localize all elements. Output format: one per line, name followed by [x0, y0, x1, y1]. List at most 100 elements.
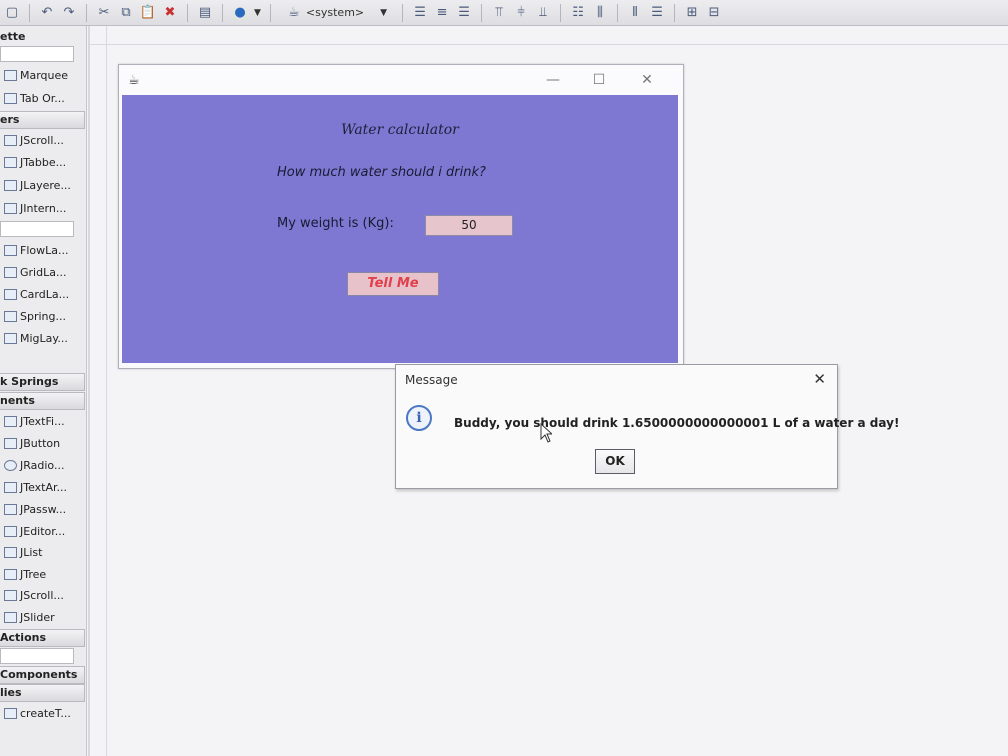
paste-icon[interactable]: 📋: [140, 5, 156, 21]
palette-item[interactable]: Tab Or...: [4, 89, 65, 107]
palette-item-label: JTree: [20, 567, 47, 581]
palette-item[interactable]: JTextFi...: [4, 412, 65, 430]
palette-item[interactable]: JSlider: [4, 608, 55, 626]
palette-item[interactable]: JScroll...: [4, 586, 64, 604]
question-label: How much water should i drink?: [277, 165, 486, 180]
tree-icon: [4, 568, 17, 580]
palette-item[interactable]: JScroll...: [4, 131, 64, 149]
align-center-icon[interactable]: ≡: [434, 5, 450, 21]
internalframe-icon: [4, 202, 17, 214]
palette-section-header[interactable]: ers: [0, 111, 85, 129]
maximize-icon[interactable]: ☐: [589, 70, 609, 90]
tabbedpane-icon: [4, 156, 17, 168]
palette-filter-field[interactable]: [0, 46, 74, 62]
palette-item[interactable]: JIntern...: [4, 199, 66, 217]
palette-item-label: JEditor...: [20, 524, 66, 538]
palette-item[interactable]: JTextAr...: [4, 478, 67, 496]
close-icon[interactable]: ✕: [813, 370, 826, 388]
palette-item[interactable]: Spring...: [4, 307, 66, 325]
toolbar-divider: [481, 3, 483, 22]
toolbar-divider: [86, 3, 87, 22]
weight-label: My weight is (Kg):: [277, 216, 394, 231]
textfield-icon: [4, 415, 17, 427]
palette-item-label: JScroll...: [20, 133, 64, 147]
chevron-down-icon[interactable]: ▼: [254, 8, 261, 18]
look-and-feel-icon: ☕: [288, 5, 300, 20]
textarea-icon: [4, 481, 17, 493]
palette-item[interactable]: JTree: [4, 565, 46, 583]
weight-field[interactable]: 50: [425, 215, 513, 236]
palette-section-header[interactable]: Actions: [0, 629, 85, 647]
palette-item[interactable]: JEditor...: [4, 522, 65, 540]
copy-icon[interactable]: ⧉: [118, 5, 134, 21]
toolbar-divider: [187, 3, 188, 22]
delete-icon[interactable]: ✖: [162, 5, 178, 21]
cut-icon[interactable]: ✂: [96, 5, 112, 21]
message-dialog[interactable]: Message ✕ i Buddy, you should drink 1.65…: [395, 364, 899, 489]
tell-me-button[interactable]: Tell Me: [347, 272, 439, 296]
palette-item[interactable]: MigLay...: [4, 329, 68, 347]
ok-button[interactable]: OK: [595, 449, 635, 474]
palette-item-label: Marquee: [20, 68, 69, 82]
palette-section-header[interactable]: k Springs: [0, 373, 85, 391]
frame-icon[interactable]: ▢: [4, 5, 20, 21]
button-icon: [4, 437, 17, 449]
palette-item[interactable]: FlowLa...: [4, 241, 68, 259]
globe-icon[interactable]: ●: [232, 5, 248, 21]
water-calculator-window[interactable]: ☕ — ☐ ✕ Water calculator How much water …: [118, 64, 684, 369]
align-bottom-icon[interactable]: ⫫: [535, 5, 551, 21]
palette-item-label: CardLa...: [20, 287, 70, 301]
palette-section-header[interactable]: nents: [0, 392, 85, 410]
window-title-bar[interactable]: ☕ — ☐ ✕: [119, 65, 683, 95]
align-right-icon[interactable]: ☰: [456, 5, 472, 21]
close-icon[interactable]: ✕: [637, 70, 657, 90]
align-middle-icon[interactable]: ⫩: [513, 5, 529, 21]
list-icon: [4, 546, 17, 558]
toolbar-divider: [560, 3, 562, 22]
tab-order-icon: [4, 92, 17, 104]
scrollpane-icon: [4, 134, 17, 146]
palette-item[interactable]: JButton: [4, 434, 60, 452]
palette-spacer-field: [0, 648, 74, 664]
palette-item[interactable]: JPassw...: [4, 500, 66, 518]
palette-section-header[interactable]: lies: [0, 684, 85, 702]
palette-item[interactable]: JRadio...: [4, 456, 64, 474]
scrollbar-icon: [4, 589, 17, 601]
redo-icon[interactable]: ↷: [61, 5, 77, 21]
palette-item-label: JIntern...: [20, 201, 67, 215]
palette-item[interactable]: JTabbe...: [4, 153, 66, 171]
distribute-vertical-icon[interactable]: ⫼: [592, 5, 608, 21]
align-top-icon[interactable]: ⫪: [491, 5, 507, 21]
minimize-icon[interactable]: —: [543, 70, 563, 90]
palette-section-header[interactable]: Components: [0, 666, 85, 684]
chevron-down-icon: ▼: [380, 7, 388, 18]
palette-item[interactable]: createT...: [4, 704, 71, 722]
toolbar-divider: [674, 3, 676, 22]
palette-item-label: MigLay...: [20, 331, 68, 345]
palette-item[interactable]: JList: [4, 543, 42, 561]
palette-spacer-field: [0, 221, 74, 237]
align-left-icon[interactable]: ☰: [412, 5, 428, 21]
slider-icon: [4, 611, 17, 623]
canvas-guide: [88, 44, 1008, 45]
miglayout-icon: [4, 332, 17, 344]
palette-item[interactable]: GridLa...: [4, 263, 66, 281]
same-height-icon[interactable]: ☰: [649, 5, 665, 21]
palette-item[interactable]: Marquee: [4, 66, 68, 84]
springlayout-icon: [4, 310, 17, 322]
undo-icon[interactable]: ↶: [39, 5, 55, 21]
fit-height-icon[interactable]: ⊟: [706, 5, 722, 21]
palette-item-label: FlowLa...: [20, 243, 69, 257]
info-icon: i: [406, 405, 432, 431]
distribute-horizontal-icon[interactable]: ☷: [570, 5, 586, 21]
preview-icon[interactable]: ▤: [197, 5, 213, 21]
palette-item-label: JLayere...: [20, 178, 71, 192]
palette-item[interactable]: JLayere...: [4, 176, 71, 194]
fit-width-icon[interactable]: ⊞: [684, 5, 700, 21]
same-width-icon[interactable]: ⦀: [627, 5, 643, 21]
look-and-feel-select[interactable]: ☕ <system> ▼: [280, 4, 393, 22]
palette-item[interactable]: CardLa...: [4, 285, 69, 303]
palette-item-label: JList: [20, 545, 43, 559]
designer-toolbar: ▢ ↶ ↷ ✂ ⧉ 📋 ✖ ▤ ● ▼ ☕ <system> ▼ ☰ ≡ ☰ ⫪…: [0, 0, 1008, 26]
palette-item-label: JTextAr...: [20, 480, 68, 494]
